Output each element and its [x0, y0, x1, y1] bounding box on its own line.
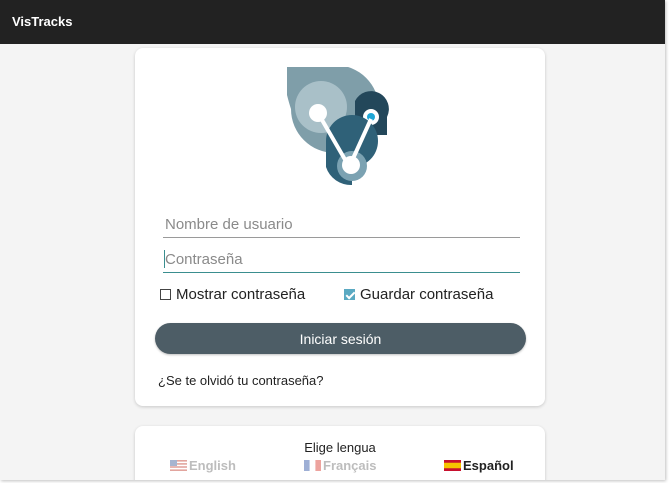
es-flag-icon	[444, 460, 461, 471]
vistracks-logo	[287, 67, 389, 186]
language-option-french[interactable]: Français	[304, 458, 376, 473]
password-input[interactable]	[163, 247, 520, 273]
login-card: Mostrar contraseña Guardar contraseña In…	[135, 48, 545, 406]
save-password-checkbox[interactable]	[344, 289, 355, 300]
language-option-english[interactable]: English	[170, 458, 236, 473]
text-cursor	[164, 250, 165, 268]
show-password-label: Mostrar contraseña	[176, 286, 306, 303]
language-label-english: English	[189, 458, 236, 473]
language-title: Elige lengua	[304, 440, 376, 455]
language-option-spanish[interactable]: Español	[444, 458, 514, 473]
fr-flag-icon	[304, 460, 321, 471]
show-password-option[interactable]: Mostrar contraseña	[160, 286, 305, 303]
us-flag-icon	[170, 460, 187, 471]
login-button[interactable]: Iniciar sesión	[155, 323, 526, 354]
language-label-french: Français	[323, 458, 377, 473]
language-card: Elige lengua English Français Español	[135, 426, 545, 480]
language-label-spanish: Español	[463, 458, 514, 473]
app-title: VisTracks	[12, 14, 73, 29]
username-input[interactable]	[163, 212, 520, 238]
show-password-checkbox[interactable]	[160, 289, 171, 300]
save-password-option[interactable]: Guardar contraseña	[344, 286, 493, 303]
app-window: VisTracks Mostrar contraseña	[0, 0, 665, 480]
app-bar: VisTracks	[0, 0, 665, 44]
forgot-password-link[interactable]: ¿Se te olvidó tu contraseña?	[158, 373, 324, 388]
save-password-label: Guardar contraseña	[360, 286, 494, 303]
